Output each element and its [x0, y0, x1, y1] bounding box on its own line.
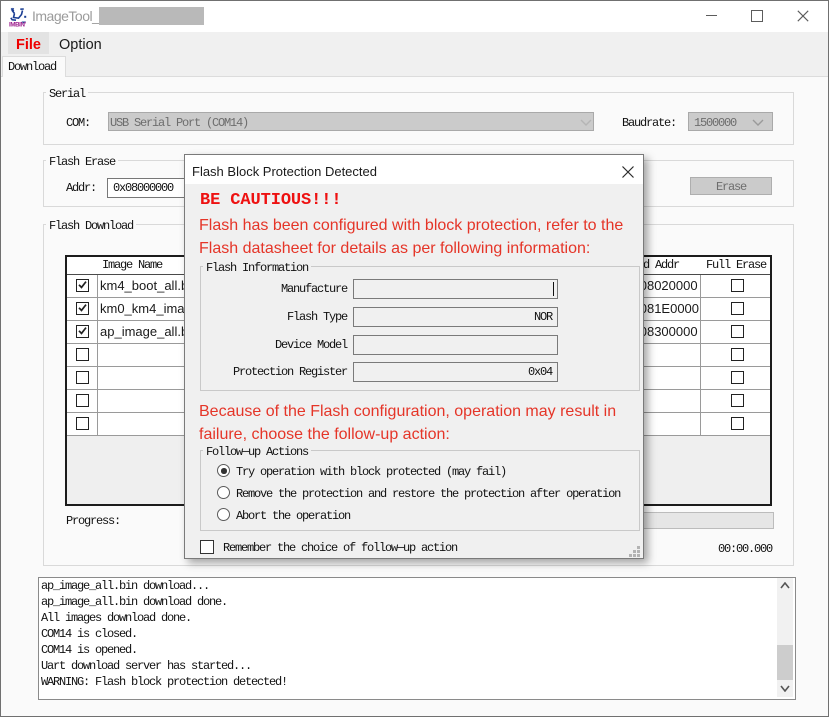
svg-text:IMBIN′: IMBIN′: [9, 22, 27, 28]
